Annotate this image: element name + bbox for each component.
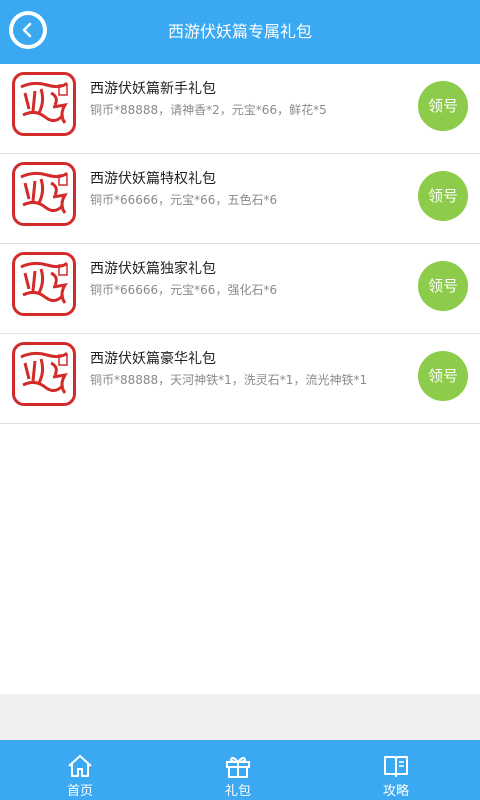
claim-button[interactable]: 领号 [418, 171, 468, 221]
gift-item: 西游伏妖篇特权礼包 铜币*66666，元宝*66，五色石*6 领号 [0, 154, 480, 244]
home-icon [68, 755, 92, 777]
gift-name: 西游伏妖篇独家礼包 [90, 261, 216, 277]
gift-name: 西游伏妖篇新手礼包 [90, 81, 216, 97]
gift-name: 西游伏妖篇特权礼包 [90, 171, 216, 187]
game-logo-icon [12, 342, 76, 406]
book-icon [384, 756, 408, 777]
footer-gap [0, 694, 480, 740]
game-logo-icon [12, 252, 76, 316]
gift-item: 西游伏妖篇独家礼包 铜币*66666，元宝*66，强化石*6 领号 [0, 244, 480, 334]
tab-gifts[interactable]: 礼包 [198, 740, 278, 800]
gift-list: 西游伏妖篇新手礼包 铜币*88888，请神香*2，元宝*66，鲜花*5 领号 西… [0, 64, 480, 424]
gift-name: 西游伏妖篇豪华礼包 [90, 351, 216, 367]
tab-guides[interactable]: 攻略 [356, 740, 436, 800]
tab-home[interactable]: 首页 [40, 740, 120, 800]
gift-description: 铜币*88888，天河神铁*1，洗灵石*1，流光神铁*1 [90, 373, 368, 387]
bottom-tab-bar: 首页 礼包 攻略 [0, 740, 480, 800]
game-logo-icon [12, 162, 76, 226]
gift-item: 西游伏妖篇新手礼包 铜币*88888，请神香*2，元宝*66，鲜花*5 领号 [0, 64, 480, 154]
page-title: 西游伏妖篇专属礼包 [167, 22, 312, 41]
tab-home-label: 首页 [66, 784, 93, 799]
gift-icon [226, 756, 250, 778]
tab-gifts-label: 礼包 [224, 784, 251, 799]
gift-description: 铜币*66666，元宝*66，五色石*6 [90, 193, 278, 207]
claim-button[interactable]: 领号 [418, 81, 468, 131]
claim-button[interactable]: 领号 [418, 261, 468, 311]
claim-button[interactable]: 领号 [418, 351, 468, 401]
gift-item: 西游伏妖篇豪华礼包 铜币*88888，天河神铁*1，洗灵石*1，流光神铁*1 领… [0, 334, 480, 424]
tab-guides-label: 攻略 [382, 784, 409, 799]
gift-description: 铜币*66666，元宝*66，强化石*6 [90, 283, 278, 297]
gift-description: 铜币*88888，请神香*2，元宝*66，鲜花*5 [90, 103, 327, 117]
game-logo-icon [12, 72, 76, 136]
header-bar: 西游伏妖篇专属礼包 [0, 0, 480, 64]
